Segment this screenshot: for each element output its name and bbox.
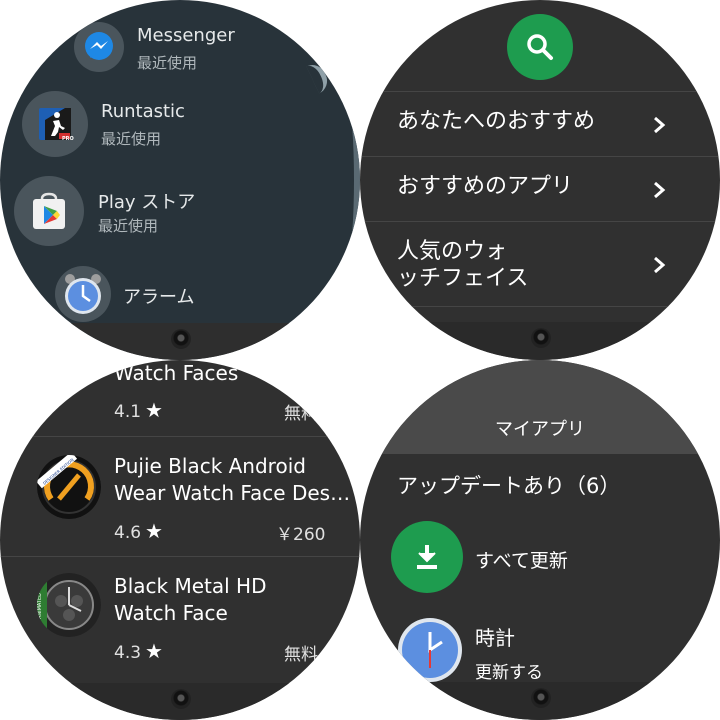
messenger-icon xyxy=(74,22,124,72)
runtastic-icon: PRO xyxy=(22,91,88,157)
divider xyxy=(360,306,720,307)
rating-value: 4.3 xyxy=(114,643,142,663)
update-all-label[interactable]: すべて更新 xyxy=(475,546,568,573)
recent-app-play-store[interactable]: Play ストア 最近使用 xyxy=(0,170,300,250)
update-action[interactable]: 更新する xyxy=(475,658,543,683)
update-all-button[interactable] xyxy=(391,521,463,593)
search-button[interactable] xyxy=(507,14,573,80)
item-title-line2: Wear Watch Face Des… xyxy=(114,481,351,505)
row-label-line1: 人気のウォ xyxy=(397,239,508,264)
chevron-right-icon xyxy=(654,181,666,199)
row-label-line2: ッチフェイス xyxy=(397,266,529,291)
star-icon: ★ xyxy=(145,398,163,422)
watch-chin xyxy=(0,683,360,720)
item-title-line1: Pujie Black Android xyxy=(114,454,306,478)
app-name: Messenger xyxy=(137,25,235,46)
app-thumbnail xyxy=(60,360,100,364)
item-price: 無料 xyxy=(284,645,318,665)
download-icon xyxy=(417,545,437,569)
app-name[interactable]: 時計 xyxy=(475,622,515,651)
header-bar: マイアプリ xyxy=(360,360,720,454)
row-recommended-for-you[interactable]: あなたへのおすすめ xyxy=(360,91,720,156)
item-price: ￥260 xyxy=(276,525,326,545)
updates-available-heading: アップデートあり（6） xyxy=(397,474,621,498)
recent-app-messenger[interactable]: Messenger 最近使用 xyxy=(0,0,300,80)
search-icon xyxy=(527,34,553,60)
watch-chin xyxy=(360,682,720,720)
item-title: Watch Faces xyxy=(114,361,239,385)
list-item[interactable]: DESIGNER EDITION Pujie Black Android Wea… xyxy=(0,436,360,556)
row-label: おすすめのアプリ xyxy=(397,174,574,199)
ambient-sensor xyxy=(531,328,551,348)
recent-apps-screen: Messenger 最近使用 PRO Runtastic 最近使用 Play ス… xyxy=(0,0,360,360)
app-thumbnail: ANIMATED xyxy=(37,573,101,637)
scroll-rail xyxy=(300,40,360,320)
app-name: Play ストア xyxy=(98,192,196,213)
recent-app-alarm[interactable]: アラーム xyxy=(0,258,300,323)
app-name: アラーム xyxy=(123,287,195,308)
my-apps-screen: マイアプリ アップデートあり（6） すべて更新 時計 更新する xyxy=(360,360,720,720)
star-icon: ★ xyxy=(145,639,163,663)
app-subtitle: 最近使用 xyxy=(137,54,198,72)
list-item[interactable]: Watch Faces 4.1 ★ 無料 xyxy=(0,360,360,436)
list-item[interactable]: ANIMATED Black Metal HD Watch Face 4.3 ★ … xyxy=(0,556,360,676)
item-rating: 4.6 ★ xyxy=(114,519,163,543)
ambient-sensor xyxy=(531,688,551,708)
app-subtitle: 最近使用 xyxy=(101,130,162,148)
watch-chin xyxy=(360,322,720,360)
item-rating: 4.1 ★ xyxy=(114,398,163,422)
item-title-line2: Watch Face xyxy=(114,601,228,625)
rating-value: 4.6 xyxy=(114,523,142,543)
app-subtitle: 最近使用 xyxy=(98,217,159,235)
star-icon: ★ xyxy=(145,519,163,543)
thumb-badge: ANIMATED xyxy=(37,592,44,620)
app-name: Runtastic xyxy=(101,101,185,122)
chevron-right-icon xyxy=(654,256,666,274)
chevron-right-icon xyxy=(654,116,666,134)
item-price: 無料 xyxy=(284,404,318,424)
row-label: あなたへのおすすめ xyxy=(397,109,596,134)
rating-value: 4.1 xyxy=(114,402,142,422)
pro-badge: PRO xyxy=(62,136,74,142)
row-popular-watch-faces[interactable]: 人気のウォ ッチフェイス xyxy=(360,221,720,306)
row-recommended-apps[interactable]: おすすめのアプリ xyxy=(360,156,720,221)
item-title-line1: Black Metal HD xyxy=(114,574,267,598)
recent-app-runtastic[interactable]: PRO Runtastic 最近使用 xyxy=(0,85,300,165)
watch-chin xyxy=(0,323,360,360)
ambient-sensor xyxy=(171,689,191,709)
ambient-sensor xyxy=(171,329,191,349)
alarm-clock-icon xyxy=(55,266,111,322)
item-rating: 4.3 ★ xyxy=(114,639,163,663)
clock-icon[interactable] xyxy=(398,618,462,682)
play-store-icon xyxy=(14,176,84,246)
play-store-home-screen: あなたへのおすすめ おすすめのアプリ 人気のウォ ッチフェイス xyxy=(360,0,720,360)
page-title: マイアプリ xyxy=(495,419,585,440)
watch-faces-list-screen: Watch Faces 4.1 ★ 無料 DESIGNER EDITION Puj… xyxy=(0,360,360,720)
app-thumbnail: DESIGNER EDITION xyxy=(37,455,101,519)
